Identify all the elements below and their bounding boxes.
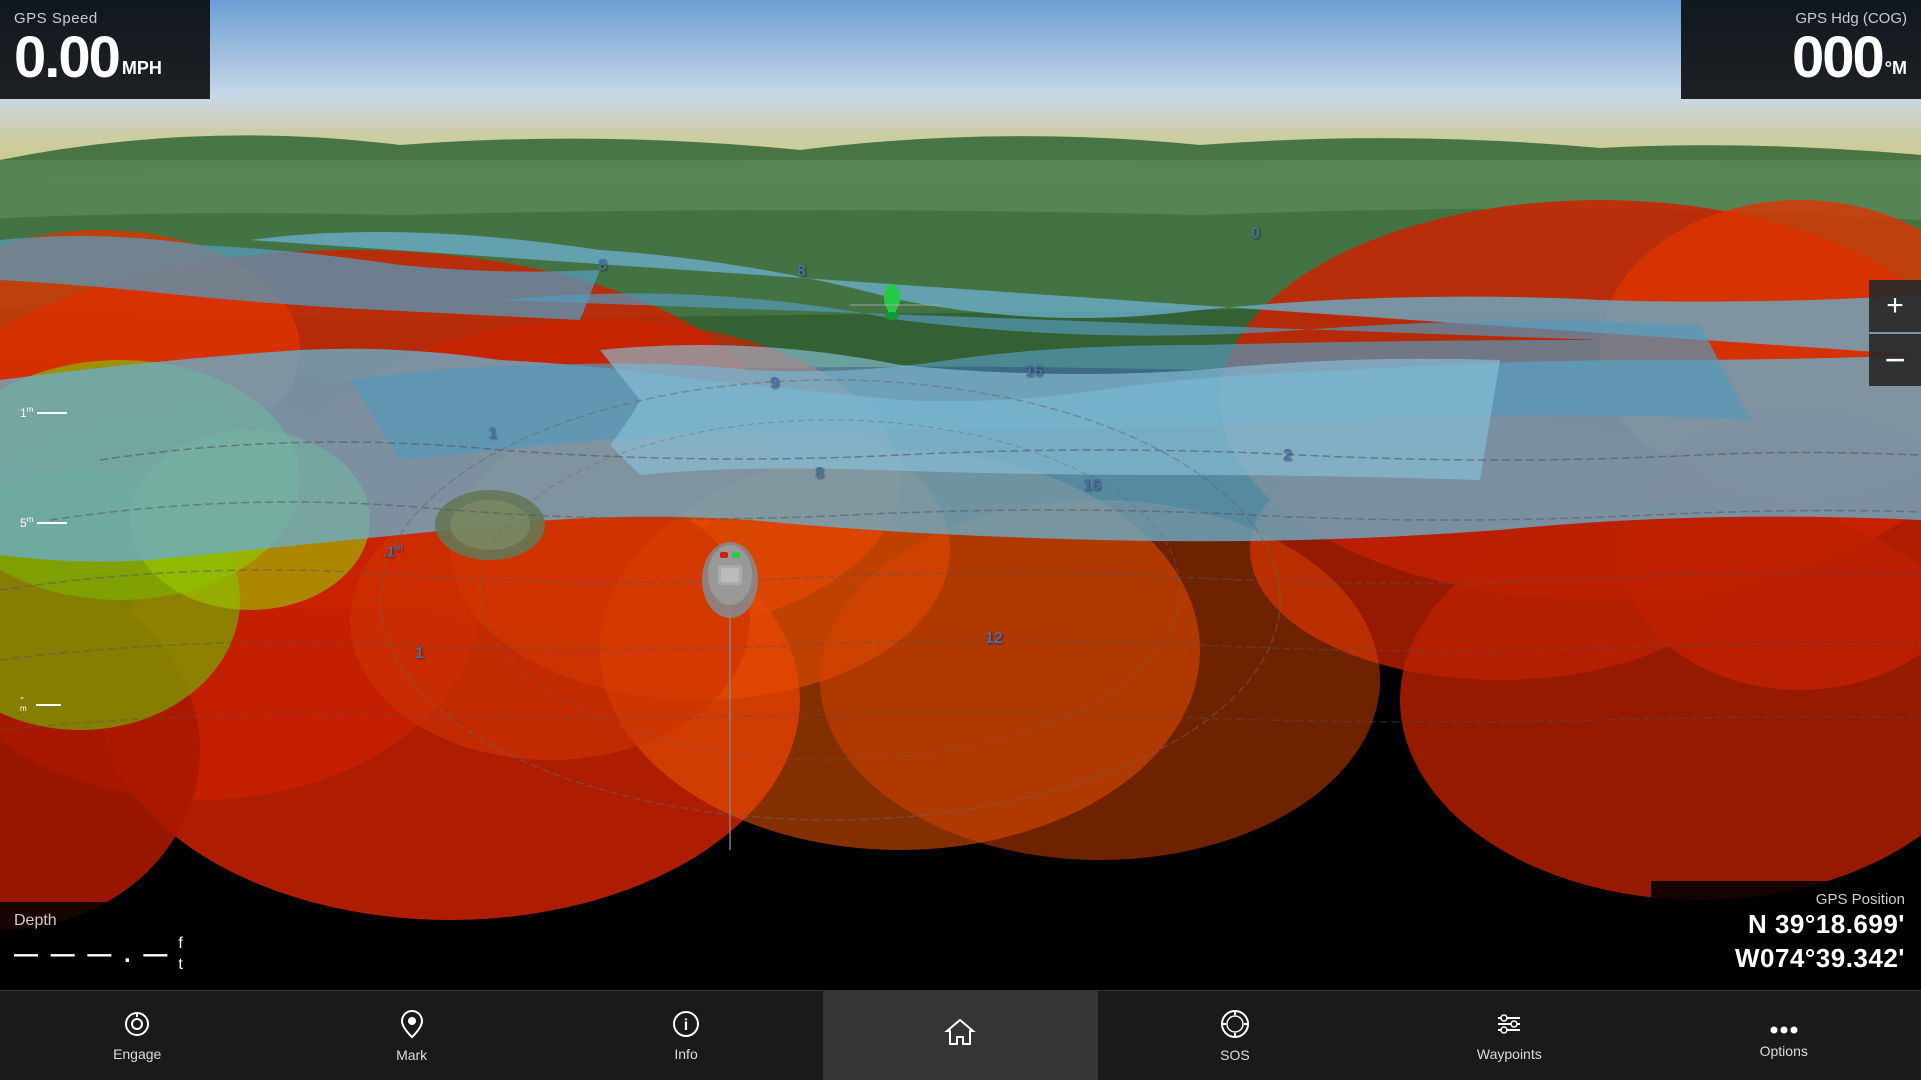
nav-sos-label: SOS (1220, 1047, 1250, 1063)
waypoints-icon (1494, 1010, 1524, 1042)
depth-marker-16b: 16 (1083, 477, 1101, 495)
scale-label-5m: 5m (20, 515, 33, 530)
engage-icon (123, 1010, 151, 1042)
nav-sos[interactable]: SOS (1098, 991, 1372, 1080)
gps-position-panel: GPS Position N 39°18.699' W074°39.342' (1651, 881, 1921, 990)
gps-lat: N 39°18.699' (1667, 908, 1905, 942)
depth-marker-01: .1m (383, 543, 403, 560)
depth-marker-8b: 8 (797, 263, 806, 281)
sos-icon (1220, 1009, 1250, 1043)
mark-icon (400, 1009, 424, 1043)
nav-waypoints-label: Waypoints (1477, 1046, 1542, 1062)
zoom-out-button[interactable]: − (1869, 334, 1921, 386)
nav-info[interactable]: i Info (549, 991, 823, 1080)
bottom-navigation: Engage Mark i Info (0, 990, 1921, 1080)
depth-label: Depth (14, 912, 196, 930)
gps-pos-label: GPS Position (1667, 891, 1905, 908)
depth-unit: f t (178, 934, 182, 976)
depth-panel: Depth — — — . — f t (0, 902, 210, 990)
scale-label-dash: - m (20, 690, 32, 719)
map-view[interactable]: 9 16 8 16 12 1 1 8 8 2 0 .1m (0, 0, 1921, 990)
options-icon (1769, 1013, 1799, 1039)
depth-marker-1a: 1 (488, 425, 497, 443)
info-icon: i (672, 1010, 700, 1042)
depth-marker-0: 0 (1251, 225, 1260, 243)
zoom-controls: + − (1869, 280, 1921, 386)
depth-marker-8c: 8 (598, 257, 607, 275)
depth-value: — — — . — (14, 941, 170, 969)
depth-marker-2: 2 (1283, 447, 1292, 465)
depth-marker-16a: 16 (1025, 363, 1043, 381)
gps-speed-value: 0.00 (14, 29, 119, 87)
depth-marker-12: 12 (985, 630, 1003, 648)
depth-marker-1b: 1 (415, 645, 424, 663)
nav-options-label: Options (1760, 1043, 1808, 1059)
nav-mark[interactable]: Mark (274, 991, 548, 1080)
gps-lon: W074°39.342' (1667, 942, 1905, 976)
depth-marker-9: 9 (770, 375, 779, 393)
zoom-in-button[interactable]: + (1869, 280, 1921, 332)
svg-text:i: i (684, 1017, 688, 1034)
gps-hdg-unit: °M (1885, 59, 1907, 79)
nav-mark-label: Mark (396, 1047, 427, 1063)
home-icon (944, 1017, 976, 1051)
nav-waypoints[interactable]: Waypoints (1372, 991, 1646, 1080)
depth-marker-8a: 8 (815, 465, 824, 483)
nav-engage[interactable]: Engage (0, 991, 274, 1080)
scale-label-1m: 1m (20, 405, 33, 420)
gps-speed-unit: MPH (122, 59, 162, 79)
gps-hdg-value: 000 (1792, 29, 1883, 87)
gps-hdg-panel: GPS Hdg (COG) 000 °M (1681, 0, 1921, 99)
nav-info-label: Info (674, 1046, 697, 1062)
gps-speed-panel: GPS Speed 0.00 MPH (0, 0, 210, 99)
nav-home[interactable] (823, 991, 1097, 1080)
nav-engage-label: Engage (113, 1046, 161, 1062)
nav-options[interactable]: Options (1647, 991, 1921, 1080)
